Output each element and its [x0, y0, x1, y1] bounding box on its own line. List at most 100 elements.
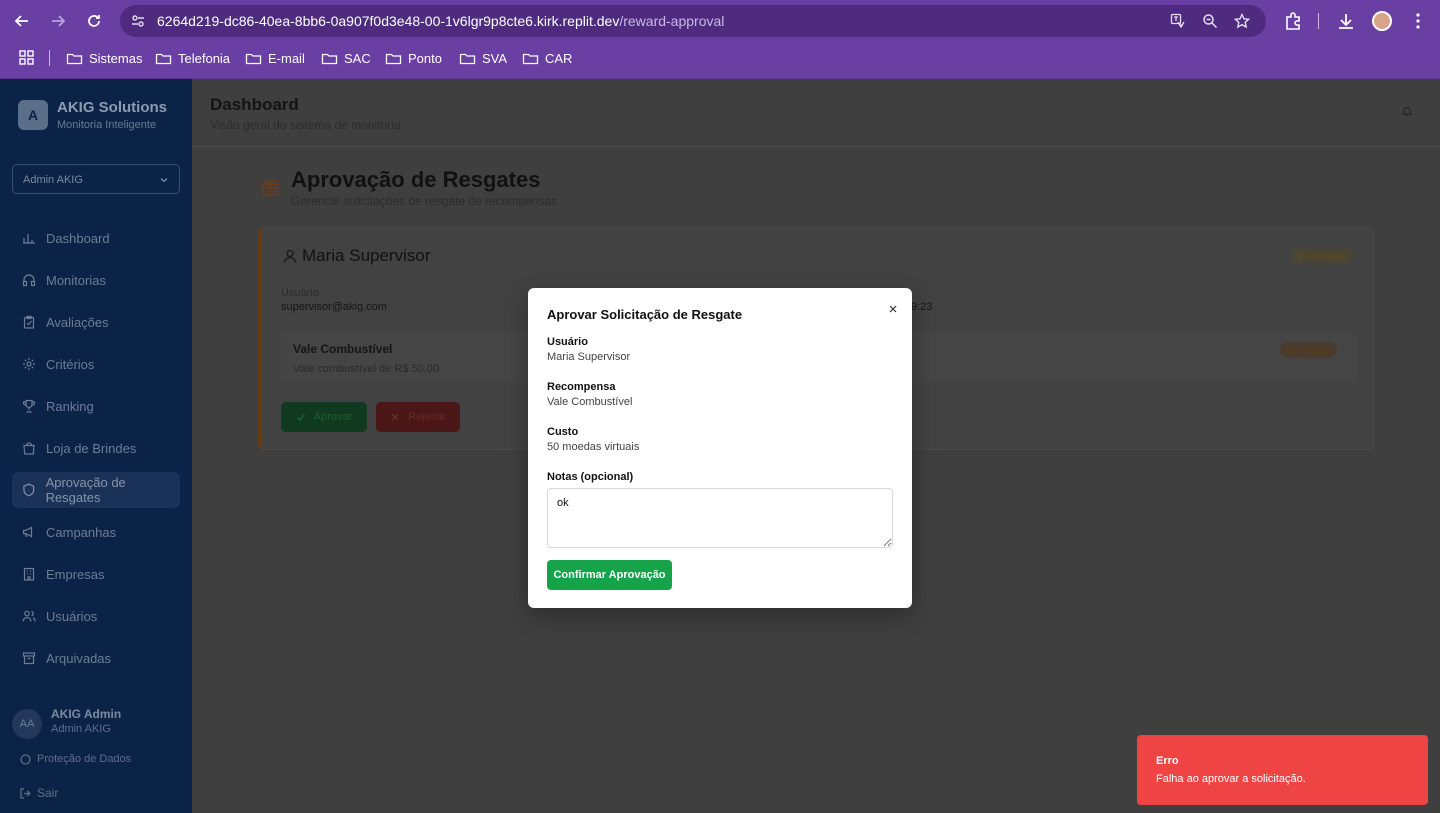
circle-icon	[20, 753, 31, 765]
chevron-down-icon	[160, 178, 168, 183]
privacy-link[interactable]: Proteção de Dados	[20, 753, 131, 765]
sidebar-item-arquivadas[interactable]: Arquivadas	[12, 640, 180, 676]
bookmark-folder[interactable]: Sistemas	[66, 50, 142, 67]
site-settings-icon[interactable]	[130, 13, 146, 29]
url-text[interactable]: 6264d219-dc86-40ea-8bb6-0a907f0d3e48-00-…	[157, 13, 724, 29]
sidebar: A AKIG Solutions Monitoria Inteligente A…	[0, 79, 192, 813]
headphones-icon	[22, 274, 36, 287]
forward-arrow-icon[interactable]	[46, 9, 70, 33]
sidebar-item-label: Ranking	[46, 398, 94, 414]
profile-avatar[interactable]	[1372, 11, 1392, 31]
translate-icon[interactable]	[1170, 13, 1186, 29]
sidebar-item-label: Empresas	[46, 566, 105, 582]
download-icon[interactable]	[1336, 11, 1356, 31]
bookmark-folder[interactable]: Ponto	[385, 50, 442, 67]
apps-grid-icon[interactable]	[19, 50, 34, 65]
check-icon	[296, 413, 305, 422]
bookmark-star-icon[interactable]	[1233, 12, 1251, 29]
sidebar-item-loja-de-brindes[interactable]: Loja de Brindes	[12, 430, 180, 466]
dialog-user-value: Maria Supervisor	[547, 351, 631, 363]
bookmark-folder[interactable]: CAR	[522, 50, 572, 67]
reload-icon[interactable]	[82, 9, 106, 33]
privacy-label: Proteção de Dados	[37, 753, 132, 765]
sidebar-item-empresas[interactable]: Empresas	[12, 556, 180, 592]
confirm-approval-button[interactable]: Confirmar Aprovação	[547, 560, 672, 590]
more-menu-icon[interactable]	[1408, 11, 1428, 31]
sidebar-item-label: Aprovação de Resgates	[45, 475, 126, 505]
header-title: Dashboard	[210, 95, 299, 114]
approve-button[interactable]: Aprovar	[281, 402, 367, 432]
bookmark-label: SAC	[344, 51, 371, 66]
approve-label: Aprovar	[313, 411, 353, 423]
shield-icon	[23, 483, 35, 497]
bookmark-label: SVA	[482, 51, 508, 66]
notes-textarea[interactable]	[547, 488, 893, 548]
bookmark-folder[interactable]: SAC	[321, 50, 371, 67]
toast-title: Erro	[1156, 755, 1179, 767]
status-badge: Pendente	[1291, 248, 1353, 264]
sidebar-item-avaliacoes[interactable]: Avaliações	[12, 304, 180, 340]
toast-message: Falha ao aprovar a solicitação.	[1156, 773, 1306, 785]
bookmark-label: E-mail	[268, 51, 305, 66]
sidebar-item-dashboard[interactable]: Dashboard	[12, 220, 180, 256]
building-icon	[23, 567, 35, 581]
dialog-cost-value: 50 moedas virtuais	[547, 441, 640, 453]
top-header: Dashboard Visão geral do sistema de moni…	[192, 79, 1440, 147]
sidebar-item-label: Monitorias	[46, 272, 106, 288]
folder-icon	[321, 53, 338, 65]
sidebar-item-label: Critérios	[46, 356, 95, 372]
status-text: Pendente	[1308, 251, 1347, 261]
address-bar[interactable]: 6264d219-dc86-40ea-8bb6-0a907f0d3e48-00-…	[120, 5, 1266, 37]
users-icon	[22, 610, 36, 622]
reward-name: Vale Combustível	[293, 342, 393, 356]
sidebar-item-usuarios[interactable]: Usuários	[12, 598, 180, 634]
logout-button[interactable]: Sair	[20, 786, 58, 800]
folder-icon	[459, 53, 476, 65]
bookmark-label: CAR	[545, 51, 573, 66]
page-title: Aprovação de Resgates	[291, 167, 541, 192]
header-subtitle: Visão geral do sistema de monitoria	[210, 118, 401, 132]
gear-icon	[23, 358, 35, 370]
dialog-reward-value: Vale Combustível	[547, 396, 633, 408]
bookmark-folder[interactable]: E-mail	[245, 50, 305, 67]
reject-button[interactable]: Rejeitar	[376, 402, 460, 432]
clock-icon	[1297, 252, 1305, 260]
logout-icon	[20, 787, 31, 799]
footer-user-role: Admin AKIG	[51, 723, 111, 735]
sidebar-item-ranking[interactable]: Ranking	[12, 388, 180, 424]
dialog-title: Aprovar Solicitação de Resgate	[547, 307, 743, 322]
bookmark-label: Sistemas	[89, 51, 143, 66]
bookmark-folder[interactable]: Telefonia	[155, 50, 230, 67]
folder-icon	[245, 53, 262, 65]
close-icon[interactable]	[886, 302, 900, 316]
sidebar-item-label: Campanhas	[46, 524, 117, 540]
user-icon	[283, 249, 297, 263]
sidebar-item-monitorias[interactable]: Monitorias	[12, 262, 180, 298]
bell-icon[interactable]	[1401, 105, 1413, 117]
dialog-reward-label: Recompensa	[547, 381, 616, 393]
approve-dialog: Aprovar Solicitação de Resgate Usuário M…	[528, 288, 912, 608]
bookmark-label: Telefonia	[178, 51, 231, 66]
sidebar-item-label: Arquivadas	[46, 650, 112, 666]
zoom-icon[interactable]	[1202, 13, 1218, 29]
dialog-cost-label: Custo	[547, 426, 579, 438]
bookmarks-divider	[49, 50, 50, 66]
user-select[interactable]: Admin AKIG	[12, 164, 180, 194]
sidebar-item-criterios[interactable]: Critérios	[12, 346, 180, 382]
avatar: AA	[12, 709, 42, 739]
folder-icon	[66, 53, 83, 65]
megaphone-icon	[22, 526, 33, 538]
extensions-icon[interactable]	[1283, 11, 1303, 31]
dialog-user-label: Usuário	[547, 336, 588, 348]
back-arrow-icon[interactable]	[10, 9, 34, 33]
error-toast[interactable]: Erro Falha ao aprovar a solicitação.	[1137, 735, 1428, 805]
toolbar-divider	[1318, 13, 1319, 29]
x-icon	[391, 413, 399, 421]
request-time: 9:23	[911, 301, 933, 313]
sidebar-item-aprovacao-de-resgates[interactable]: Aprovação de Resgates	[12, 472, 180, 508]
bookmark-folder[interactable]: SVA	[459, 50, 507, 67]
clipboard-icon	[23, 315, 35, 329]
browser-toolbar: 6264d219-dc86-40ea-8bb6-0a907f0d3e48-00-…	[0, 0, 1440, 42]
sidebar-item-campanhas[interactable]: Campanhas	[12, 514, 180, 550]
brand-name: AKIG Solutions	[57, 99, 167, 116]
